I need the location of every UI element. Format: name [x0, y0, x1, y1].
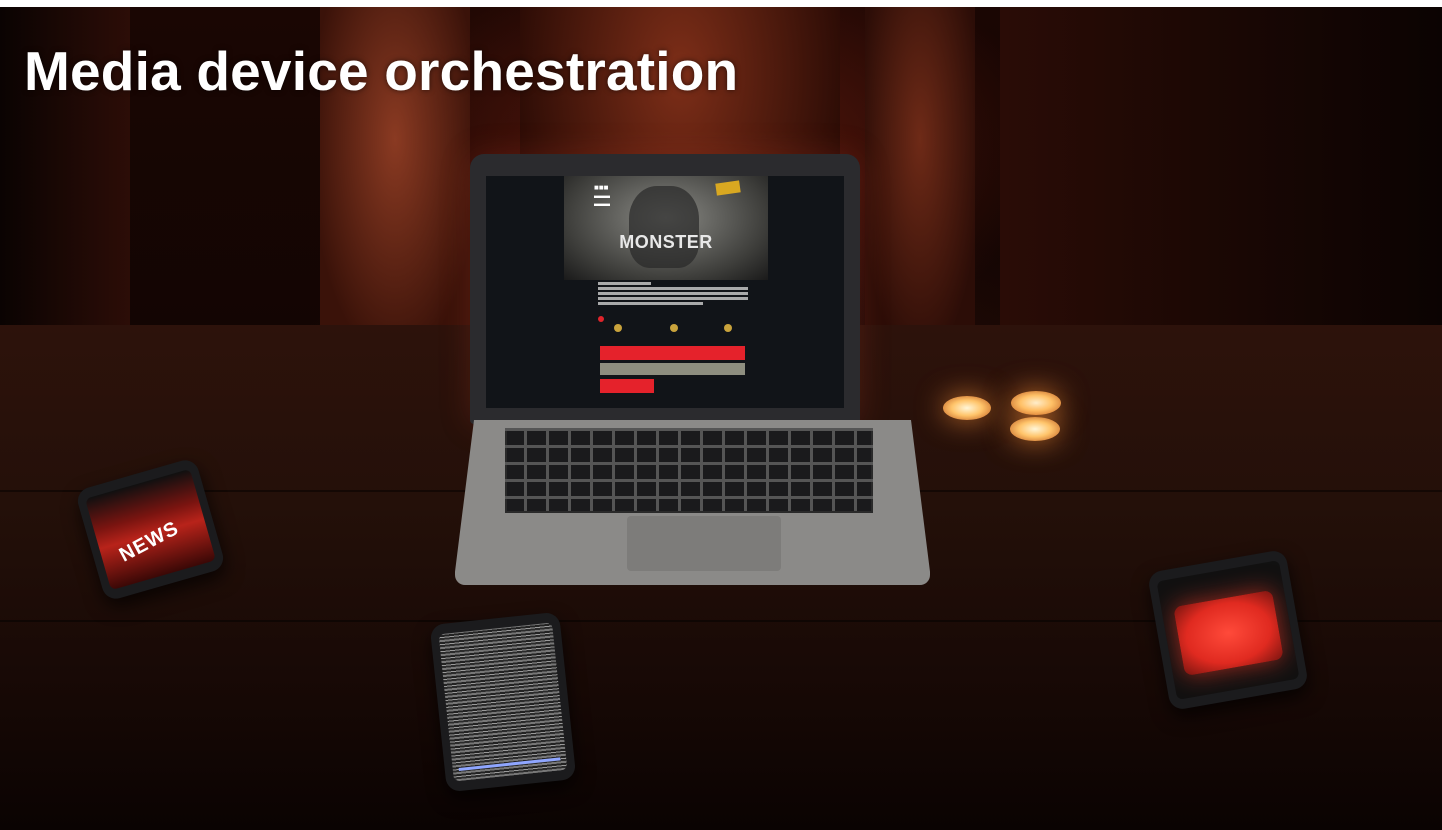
candle — [1011, 391, 1061, 415]
info-bar — [600, 363, 745, 375]
trackpad — [627, 516, 781, 571]
laptop: ■■■ ▬▬ ▬▬ MONSTER — [470, 154, 860, 424]
feature-icon — [614, 324, 622, 332]
logo: ■■■ ▬▬ ▬▬ — [594, 183, 610, 208]
warning-icon — [598, 316, 604, 322]
phone-screen: NEWS — [85, 468, 216, 591]
start-button[interactable] — [600, 346, 745, 360]
badge — [715, 180, 741, 196]
phone-center — [429, 611, 577, 793]
feature-icon — [670, 324, 678, 332]
red-panel — [1173, 589, 1284, 677]
progress-bar — [458, 757, 561, 771]
photo-scene: Media device orchestration ■■■ ▬▬ ▬▬ MONST… — [0, 0, 1442, 830]
candle — [943, 396, 991, 420]
top-strip — [0, 0, 1442, 7]
wall-panel-tile-right — [865, 7, 975, 337]
hero-image: ■■■ ▬▬ ▬▬ MONSTER — [564, 176, 768, 280]
laptop-screen: ■■■ ▬▬ ▬▬ MONSTER — [486, 176, 844, 408]
candle — [1010, 417, 1060, 441]
slide-title: Media device orchestration — [24, 40, 739, 102]
feature-icons — [604, 324, 744, 340]
news-logo: NEWS — [115, 517, 183, 567]
laptop-base — [455, 420, 930, 585]
hand-image — [629, 186, 699, 268]
phone-right — [1146, 548, 1310, 712]
join-button[interactable] — [600, 379, 654, 393]
wall-panel-right — [1000, 7, 1442, 337]
phone-screen — [438, 622, 568, 782]
screen-title: MONSTER — [619, 232, 713, 252]
description-text — [598, 282, 748, 307]
feature-icon — [724, 324, 732, 332]
keyboard — [505, 428, 873, 513]
phone-screen — [1156, 560, 1300, 700]
